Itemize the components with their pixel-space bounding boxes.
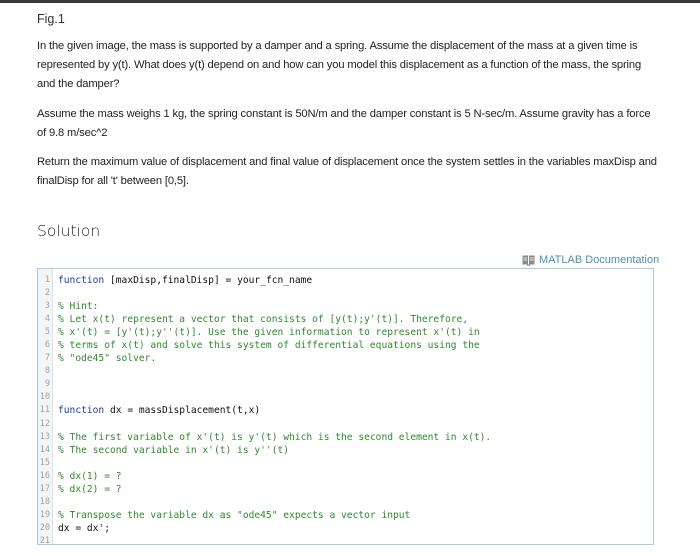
- code-comment: % Let x(t) represent a vector that consi…: [58, 314, 469, 326]
- code-text: function dx = massDisplacement(t,x): [50, 404, 260, 417]
- code-line[interactable]: 2: [38, 287, 653, 300]
- figure-label: Fig.1: [37, 12, 65, 26]
- line-number: 10: [39, 392, 50, 403]
- code-keyword: function: [58, 275, 105, 286]
- line-number: 21: [39, 535, 50, 546]
- code-line[interactable]: 12: [38, 418, 653, 431]
- line-number: 8: [44, 366, 50, 377]
- line-number: 6: [44, 340, 50, 351]
- code-editor[interactable]: 1 function [maxDisp,finalDisp] = your_fcn…: [37, 268, 654, 548]
- code-text: dx = dx';: [50, 522, 110, 535]
- code-comment: % dx(1) = ?: [58, 470, 122, 482]
- code-line[interactable]: 8: [38, 365, 653, 378]
- code-line[interactable]: 15: [38, 457, 653, 470]
- line-number: 14: [39, 444, 50, 455]
- code-text: % terms of x(t) and solve this system of…: [50, 339, 480, 352]
- problem-paragraph-3: Return the maximum value of displacement…: [37, 156, 657, 187]
- code-comment: % dx(2) = ?: [58, 483, 122, 495]
- matlab-documentation-label: MATLAB Documentation: [539, 254, 660, 266]
- code-line[interactable]: 7 % "ode45" solver.: [38, 352, 653, 365]
- line-number: 4: [44, 314, 50, 325]
- code-line[interactable]: 5 % x'(t) = [y'(t);y''(t)]. Use the given…: [38, 326, 653, 339]
- code-line[interactable]: 4 % Let x(t) represent a vector that cons…: [38, 313, 653, 326]
- code-line[interactable]: 1 function [maxDisp,finalDisp] = your_fcn…: [38, 274, 653, 287]
- line-number: 18: [39, 496, 50, 507]
- book-icon: [522, 255, 535, 266]
- code-statement: dx = dx';: [58, 522, 110, 534]
- line-number: 7: [44, 353, 50, 364]
- code-lines[interactable]: 1 function [maxDisp,finalDisp] = your_fcn…: [38, 274, 653, 548]
- code-comment: % The second variable in x'(t) is y''(t): [58, 444, 290, 456]
- code-text: % dx(1) = ?: [50, 470, 122, 483]
- code-text: % "ode45" solver.: [50, 352, 156, 365]
- code-line[interactable]: 19 % Transpose the variable dx as "ode45"…: [38, 509, 653, 522]
- code-text: % The second variable in x'(t) is y''(t): [50, 444, 289, 457]
- code-line[interactable]: 3 % Hint:: [38, 300, 653, 313]
- code-line[interactable]: 11 function dx = massDisplacement(t,x): [38, 404, 653, 417]
- line-number: 11: [39, 405, 50, 416]
- code-text: % Let x(t) represent a vector that consi…: [50, 313, 468, 326]
- code-line[interactable]: 21: [38, 535, 653, 548]
- line-number: 9: [44, 379, 50, 390]
- line-number: 15: [39, 457, 50, 468]
- code-line[interactable]: 9: [38, 378, 653, 391]
- code-comment: % terms of x(t) and solve this system of…: [58, 340, 480, 352]
- code-comment: % Transpose the variable dx as "ode45" e…: [58, 509, 411, 521]
- line-number: 19: [39, 509, 50, 520]
- code-text: % Transpose the variable dx as "ode45" e…: [50, 509, 410, 522]
- line-number: 1: [44, 275, 50, 285]
- matlab-documentation-link[interactable]: MATLAB Documentation: [522, 254, 659, 266]
- code-line[interactable]: 18: [38, 496, 653, 509]
- line-number: 20: [39, 522, 50, 533]
- line-number: 2: [44, 288, 50, 299]
- code-comment: % The first variable of x'(t) is y'(t) w…: [58, 431, 492, 443]
- code-line[interactable]: 10: [38, 391, 653, 404]
- code-line[interactable]: 13 % The first variable of x'(t) is y'(t)…: [38, 431, 653, 444]
- code-keyword: function: [58, 405, 105, 417]
- problem-paragraph-2: Assume the mass weighs 1 kg, the spring …: [37, 108, 651, 139]
- top-bar: [0, 0, 700, 3]
- code-statement: [maxDisp,finalDisp] = your_fcn_name: [104, 275, 313, 286]
- line-number: 5: [44, 327, 50, 338]
- code-line[interactable]: 17 % dx(2) = ?: [38, 483, 653, 496]
- line-number: 12: [39, 418, 50, 429]
- solution-heading: Solution: [37, 222, 101, 240]
- code-comment: % "ode45" solver.: [58, 353, 157, 365]
- code-line[interactable]: 20 dx = dx';: [38, 522, 653, 535]
- code-line[interactable]: 14 % The second variable in x'(t) is y''(…: [38, 444, 653, 457]
- code-line[interactable]: 16 % dx(1) = ?: [38, 470, 653, 483]
- code-text: % Hint:: [50, 300, 98, 313]
- code-line[interactable]: 6 % terms of x(t) and solve this system o…: [38, 339, 653, 352]
- line-number: 13: [39, 431, 50, 442]
- line-number: 16: [39, 470, 50, 481]
- code-comment: % Hint:: [58, 301, 99, 313]
- code-text: % The first variable of x'(t) is y'(t) w…: [50, 431, 491, 444]
- code-text: % x'(t) = [y'(t);y''(t)]. Use the given …: [50, 326, 480, 339]
- code-text: % dx(2) = ?: [50, 483, 122, 496]
- code-statement: dx = massDisplacement(t,x): [104, 405, 261, 417]
- code-text: function [maxDisp,finalDisp] = your_fcn_…: [50, 274, 312, 287]
- line-number: 17: [39, 483, 50, 494]
- problem-paragraph-1: In the given image, the mass is supporte…: [37, 40, 642, 90]
- code-comment: % x'(t) = [y'(t);y''(t)]. Use the given …: [58, 327, 480, 339]
- line-number: 3: [44, 301, 50, 312]
